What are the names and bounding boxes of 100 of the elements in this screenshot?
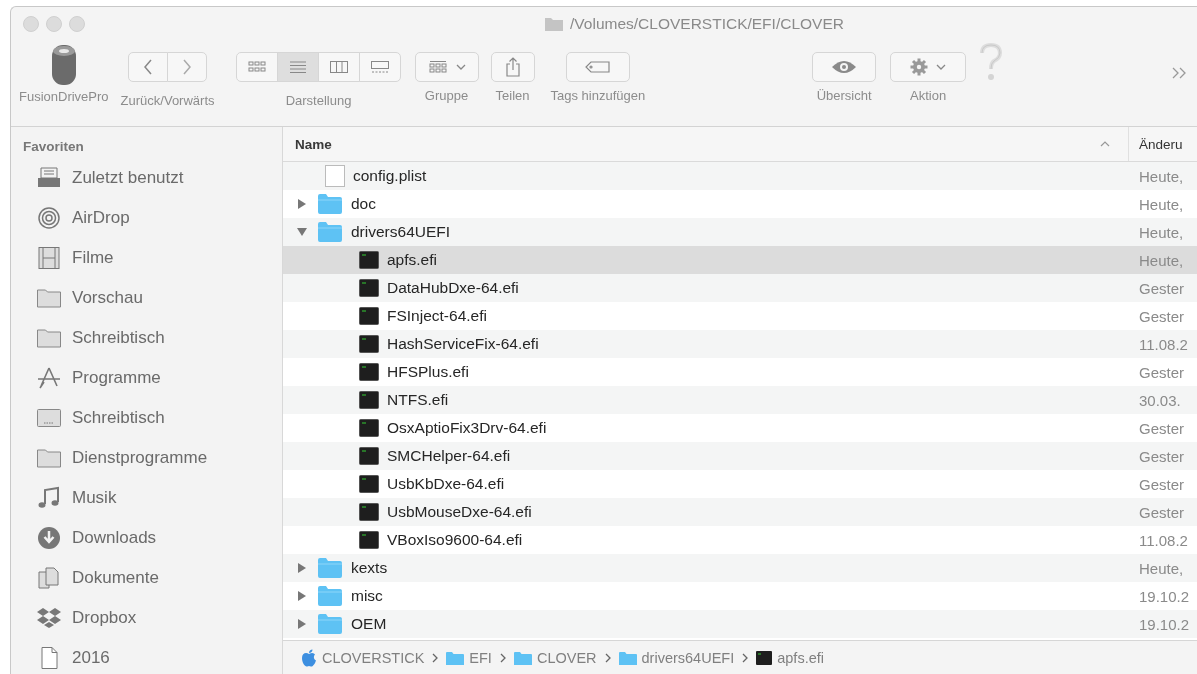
path-item[interactable]: drivers64UEFI (618, 650, 735, 666)
chevron-icon (604, 653, 611, 663)
minimize-button[interactable] (46, 16, 62, 32)
sidebar-item[interactable]: Filme (23, 238, 282, 278)
toolbar-label: Tags hinzufügen (550, 88, 646, 103)
file-name: VBoxIso9600-64.efi (387, 531, 523, 549)
file-row[interactable]: FSInject-64.efi Gester (283, 302, 1197, 330)
disclosure-triangle-icon[interactable] (297, 198, 307, 210)
sidebar-item[interactable]: Programme (23, 358, 282, 398)
toolbar-label: Aktion (910, 88, 947, 103)
file-row[interactable]: SMCHelper-64.efi Gester (283, 442, 1197, 470)
file-row[interactable]: HFSPlus.efi Gester (283, 358, 1197, 386)
close-button[interactable] (23, 16, 39, 32)
sidebar-item[interactable]: Zuletzt benutzt (23, 158, 282, 198)
file-row[interactable]: UsbKbDxe-64.efi Gester (283, 470, 1197, 498)
folder-icon (36, 446, 62, 470)
file-row[interactable]: NTFS.efi 30.03. (283, 386, 1197, 414)
tag-icon (584, 61, 611, 73)
date-cell-text: 11.08.2 (1138, 531, 1189, 549)
folder-icon (618, 650, 637, 666)
action-button[interactable] (890, 52, 967, 82)
grid-icon (247, 60, 267, 74)
terminal-file-icon (359, 335, 379, 353)
column-header[interactable]: Änderu (1129, 127, 1197, 161)
tags-button[interactable] (565, 52, 630, 82)
documents-icon (36, 566, 62, 590)
date-cell-text: Heute, (1138, 195, 1185, 213)
file-row[interactable]: apfs.efi Heute, (283, 246, 1197, 274)
file-row[interactable]: HashServiceFix-64.efi 11.08.2 (283, 330, 1197, 358)
path-item[interactable]: CLOVER (513, 650, 597, 666)
view-mode-button[interactable] (236, 52, 278, 82)
folder-icon (317, 221, 343, 243)
document-icon (325, 165, 345, 187)
file-row[interactable]: VBoxIso9600-64.efi 11.08.2 (283, 526, 1197, 554)
file-row[interactable]: doc Heute, (283, 190, 1197, 218)
chevron-icon (432, 653, 439, 663)
terminal-file-icon (359, 447, 379, 465)
drive-icon[interactable] (50, 43, 77, 87)
file-row[interactable]: config.plist Heute, (283, 162, 1197, 190)
forward-button[interactable] (167, 52, 208, 82)
date-cell-text: 11.08.2 (1138, 335, 1189, 353)
file-row[interactable]: UsbMouseDxe-64.efi Gester (283, 498, 1197, 526)
back-button[interactable] (128, 52, 169, 82)
terminal-file-icon (359, 531, 379, 549)
file-name: misc (351, 587, 383, 605)
disclosure-triangle-icon[interactable] (297, 618, 307, 630)
file-row[interactable]: DataHubDxe-64.efi Gester (283, 274, 1197, 302)
file-name: apfs.efi (387, 251, 437, 269)
folder-icon (446, 650, 465, 666)
view-mode-button[interactable] (359, 52, 401, 82)
sidebar-item[interactable]: Dienstprogramme (23, 438, 282, 478)
folder-icon (36, 326, 62, 350)
disclosure-triangle-icon[interactable] (296, 227, 308, 237)
eye-icon (831, 60, 858, 74)
date-cell-text: Gester (1138, 279, 1185, 297)
disclosure-triangle-icon[interactable] (297, 590, 307, 602)
file-row[interactable]: OEM 19.10.2 (283, 610, 1197, 638)
path-item[interactable]: CLOVERSTICK (301, 649, 425, 667)
path-item[interactable]: EFI (446, 650, 492, 666)
sidebar-item[interactable]: Dropbox (23, 598, 282, 638)
date-cell-text: Heute, (1138, 167, 1185, 185)
list-icon (288, 60, 308, 74)
sidebar-item[interactable]: 2016 (23, 638, 282, 674)
sidebar-item[interactable]: Schreibtisch (23, 318, 282, 358)
date-cell-text: Gester (1138, 503, 1185, 521)
folder-icon (513, 650, 532, 666)
column-header[interactable]: Name (283, 127, 1129, 161)
share-icon (504, 57, 521, 77)
sidebar-heading: Favoriten (23, 139, 85, 154)
date-cell-text: Heute, (1138, 251, 1185, 269)
chevron-left-icon (143, 59, 154, 75)
date-cell-text: Heute, (1138, 559, 1185, 577)
download-icon (36, 526, 62, 550)
toolbar-label: Zurück/Vorwärts (120, 93, 215, 108)
view-mode-button[interactable] (277, 52, 319, 82)
file-row[interactable]: misc 19.10.2 (283, 582, 1197, 610)
file-row[interactable]: drivers64UEFI Heute, (283, 218, 1197, 246)
terminal-file-icon (359, 475, 379, 493)
path-item[interactable]: apfs.efi (756, 650, 824, 666)
sidebar-item[interactable]: Vorschau (23, 278, 282, 318)
sidebar-item[interactable]: Downloads (23, 518, 282, 558)
caret-icon (455, 64, 466, 70)
file-row[interactable]: kexts Heute, (283, 554, 1197, 582)
group-button[interactable] (414, 52, 479, 82)
folder-icon (317, 557, 343, 579)
file-name: HFSPlus.efi (387, 363, 469, 381)
sidebar-item[interactable]: AirDrop (23, 198, 282, 238)
zoom-button[interactable] (69, 16, 85, 32)
sidebar-item[interactable]: Musik (23, 478, 282, 518)
share-button[interactable] (490, 52, 535, 82)
disclosure-triangle-icon[interactable] (297, 562, 307, 574)
date-cell-text: 19.10.2 (1138, 615, 1191, 633)
view-mode-button[interactable] (318, 52, 360, 82)
file-row[interactable]: OsxAptioFix3Drv-64.efi Gester (283, 414, 1197, 442)
help-icon[interactable] (978, 43, 1005, 83)
sidebar-item[interactable]: Schreibtisch (23, 398, 282, 438)
quick-look-button[interactable] (812, 52, 877, 82)
sidebar-item[interactable]: Dokumente (23, 558, 282, 598)
toolbar-label: Teilen (495, 88, 530, 103)
grid-icon (427, 60, 448, 74)
